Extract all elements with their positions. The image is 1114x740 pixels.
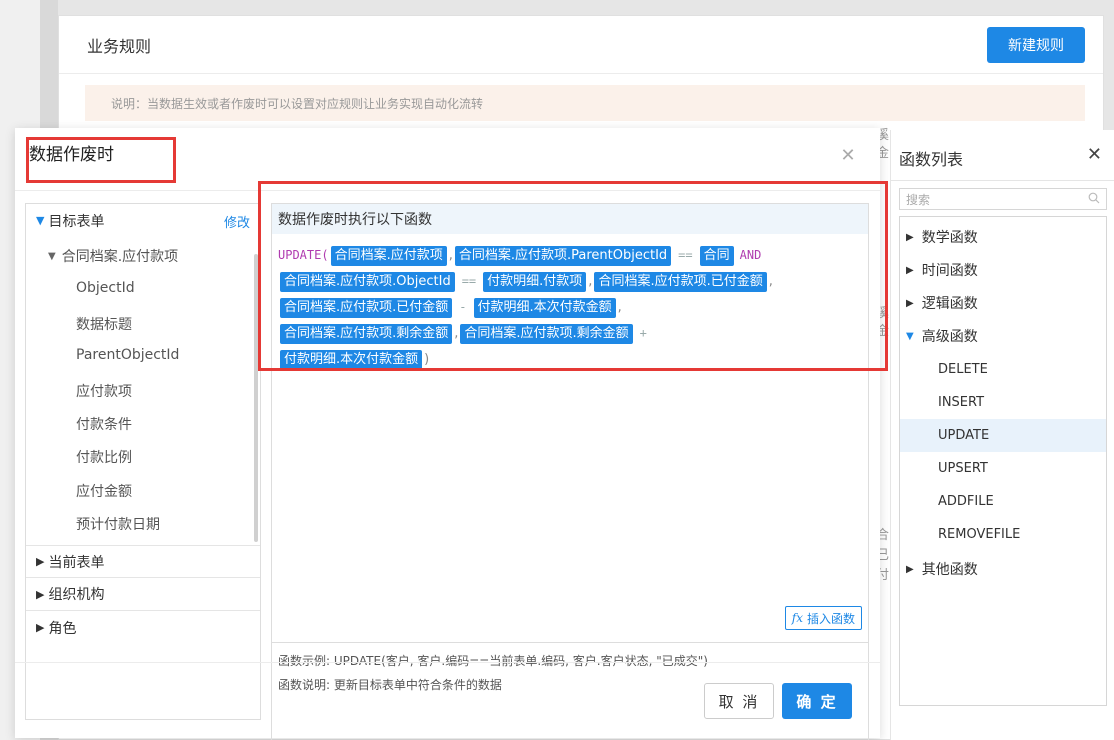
caret-right-icon: ▶ — [906, 297, 914, 309]
tree-section-target[interactable]: ▼ 目标表单 修改 — [26, 204, 260, 237]
function-item[interactable]: UPSERT — [900, 452, 1106, 485]
footer-divider — [15, 662, 880, 663]
search-input[interactable]: 搜索 — [899, 188, 1107, 210]
editor-highlight — [258, 181, 888, 371]
caret-down-icon: ▼ — [48, 250, 56, 262]
new-rule-button[interactable]: 新建规则 — [987, 27, 1085, 63]
function-item[interactable]: ADDFILE — [900, 485, 1106, 518]
function-list-panel: 函数列表 ✕ 搜索 ▶ 数学函数 ▶ 时间函数 ▶ 逻辑函数 ▼ 高级函数 DE… — [890, 130, 1114, 740]
page-title: 业务规则 — [87, 37, 152, 56]
tree-field[interactable]: 数据标题 — [76, 314, 132, 334]
page-note: 说明：当数据生效或者作废时可以设置对应规则让业务实现自动化流转 — [85, 85, 1085, 121]
category-label: 高级函数 — [921, 329, 978, 345]
tree-section-current[interactable]: ▶ 当前表单 — [26, 545, 260, 578]
tree-section-org[interactable]: ▶ 组织机构 — [26, 578, 260, 611]
function-category[interactable]: ▶ 其他函数 — [906, 559, 978, 579]
function-category[interactable]: ▶ 数学函数 — [906, 227, 978, 247]
caret-down-icon: ▼ — [36, 214, 45, 227]
close-icon[interactable]: ✕ — [1087, 144, 1102, 165]
category-label: 其他函数 — [921, 562, 978, 578]
insert-function-label: 插入函数 — [806, 611, 855, 626]
search-icon — [1088, 192, 1100, 204]
rule-modal: 数据作废时 ✕ ▼ 目标表单 修改 ▼ 合同档案.应付款项 ObjectId 数… — [15, 128, 888, 740]
function-item[interactable]: INSERT — [900, 386, 1106, 419]
caret-down-icon: ▼ — [906, 330, 914, 342]
tree-field[interactable]: 付款比例 — [76, 447, 132, 467]
caret-right-icon: ▶ — [906, 563, 914, 575]
tree-section-label: 目标表单 — [48, 213, 105, 230]
tree-field[interactable]: 应付金额 — [76, 481, 132, 501]
category-label: 数学函数 — [921, 230, 978, 246]
tree-subform-label: 合同档案.应付款项 — [61, 249, 179, 265]
category-label: 时间函数 — [921, 263, 978, 279]
tree-subform[interactable]: ▼ 合同档案.应付款项 — [48, 246, 178, 266]
function-list: ▶ 数学函数 ▶ 时间函数 ▶ 逻辑函数 ▼ 高级函数 DELETE INSER… — [899, 216, 1107, 706]
caret-right-icon: ▶ — [906, 231, 914, 243]
cancel-button[interactable]: 取 消 — [704, 683, 774, 719]
modal-title: 数据作废时 — [29, 145, 114, 165]
function-item[interactable]: DELETE — [900, 353, 1106, 386]
close-icon[interactable]: ✕ — [840, 147, 856, 165]
tree-field[interactable]: 应付款项 — [76, 381, 132, 401]
category-label: 逻辑函数 — [921, 296, 978, 312]
function-category[interactable]: ▶ 逻辑函数 — [906, 293, 978, 313]
tree-section-label: 角色 — [48, 620, 77, 637]
field-tree: ▼ 目标表单 修改 ▼ 合同档案.应付款项 ObjectId 数据标题 Pare… — [25, 203, 261, 720]
function-example: 函数示例: UPDATE(客户, 客户.编码==当前表单.编码, 客户.客户状态… — [271, 643, 869, 740]
page-header: 业务规则 新建规则 — [59, 16, 1103, 74]
function-item[interactable]: REMOVEFILE — [900, 518, 1106, 551]
tree-section-role[interactable]: ▶ 角色 — [26, 611, 260, 644]
tree-field[interactable]: ParentObjectId — [76, 347, 179, 363]
tree-section-label: 组织机构 — [48, 587, 105, 603]
tree-field[interactable]: ObjectId — [76, 280, 135, 296]
insert-function-button[interactable]: fx 插入函数 — [784, 606, 862, 630]
caret-right-icon: ▶ — [36, 587, 45, 601]
tree-field[interactable]: 预计付款日期 — [76, 514, 160, 534]
confirm-button[interactable]: 确 定 — [782, 683, 852, 719]
tree-field[interactable]: 付款条件 — [76, 414, 132, 434]
edit-link[interactable]: 修改 — [224, 212, 250, 231]
description-line: 函数说明: 更新目标表单中符合条件的数据 — [278, 678, 502, 692]
divider — [891, 180, 1114, 181]
fx-icon: fx — [791, 611, 803, 625]
function-category[interactable]: ▼ 高级函数 — [906, 326, 978, 346]
function-list-title: 函数列表 — [899, 150, 964, 169]
tree-section-label: 当前表单 — [48, 554, 105, 571]
function-category[interactable]: ▶ 时间函数 — [906, 260, 978, 280]
example-line: 函数示例: UPDATE(客户, 客户.编码==当前表单.编码, 客户.客户状态… — [278, 654, 708, 668]
caret-right-icon: ▶ — [36, 621, 45, 634]
caret-right-icon: ▶ — [36, 555, 45, 568]
function-item-selected[interactable]: UPDATE — [900, 419, 1106, 452]
search-placeholder: 搜索 — [906, 192, 931, 207]
caret-right-icon: ▶ — [906, 264, 914, 276]
